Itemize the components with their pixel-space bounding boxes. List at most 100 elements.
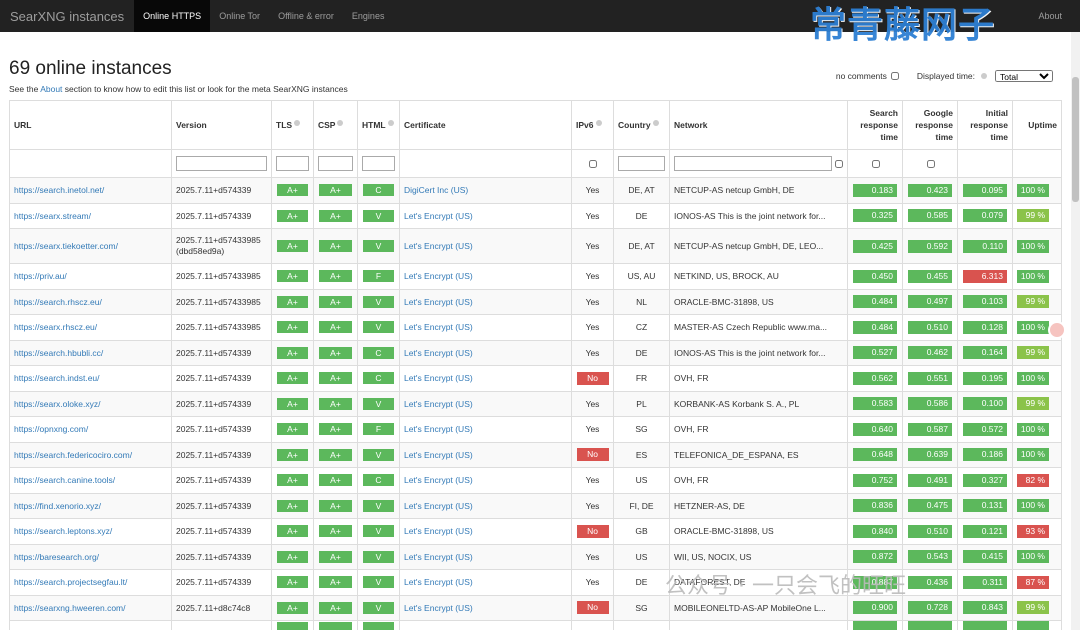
uptime-value[interactable]: 100 %: [1017, 422, 1049, 436]
uptime-value[interactable]: 100 %: [1017, 183, 1049, 197]
scrollbar[interactable]: [1071, 32, 1080, 630]
initial-time[interactable]: 0.110: [963, 239, 1007, 253]
certificate-link[interactable]: Let's Encrypt (US): [404, 552, 473, 562]
csp-grade[interactable]: [319, 621, 352, 630]
certificate-link[interactable]: Let's Encrypt (US): [404, 603, 473, 613]
html-grade[interactable]: V: [363, 448, 394, 461]
html-grade[interactable]: V: [363, 576, 394, 589]
tab-offline-error[interactable]: Offline & error: [269, 0, 343, 32]
instance-url-link[interactable]: https://priv.au/: [14, 271, 67, 281]
html-grade[interactable]: V: [363, 209, 394, 222]
html-grade[interactable]: V: [363, 525, 394, 538]
uptime-value[interactable]: 100 %: [1017, 371, 1049, 385]
uptime-value[interactable]: 100 %: [1017, 320, 1049, 334]
uptime-value[interactable]: 87 %: [1017, 575, 1049, 589]
instance-url-link[interactable]: https://searx.tiekoetter.com/: [14, 241, 118, 251]
csp-grade[interactable]: A+: [319, 474, 352, 487]
initial-time[interactable]: 0.121: [963, 524, 1007, 538]
instance-url-link[interactable]: https://search.indst.eu/: [14, 373, 100, 383]
initial-time[interactable]: [963, 621, 1007, 630]
search-filter[interactable]: [872, 159, 880, 168]
google-time[interactable]: 0.551: [908, 371, 952, 385]
col-initial-time[interactable]: Initial response time: [957, 100, 1013, 150]
search-time[interactable]: 0.527: [853, 346, 897, 360]
tls-grade[interactable]: A+: [277, 295, 308, 308]
col-html[interactable]: HTML: [357, 100, 400, 150]
instance-url-link[interactable]: https://opnxng.com/: [14, 424, 88, 434]
uptime-value[interactable]: 93 %: [1017, 524, 1049, 538]
certificate-link[interactable]: Let's Encrypt (US): [404, 373, 473, 383]
csp-grade[interactable]: A+: [319, 576, 352, 589]
certificate-link[interactable]: Let's Encrypt (US): [404, 297, 473, 307]
uptime-value[interactable]: 100 %: [1017, 239, 1049, 253]
uptime-value[interactable]: 100 %: [1017, 499, 1049, 513]
initial-time[interactable]: 0.327: [963, 473, 1007, 487]
search-time[interactable]: 0.562: [853, 371, 897, 385]
google-time[interactable]: 0.728: [908, 601, 952, 615]
csp-grade[interactable]: A+: [319, 295, 352, 308]
html-grade[interactable]: [363, 621, 394, 630]
tls-grade[interactable]: A+: [277, 550, 308, 563]
html-grade[interactable]: F: [363, 423, 394, 436]
tls-grade[interactable]: A+: [277, 499, 308, 512]
google-time[interactable]: 0.543: [908, 550, 952, 564]
search-time[interactable]: 0.872: [853, 550, 897, 564]
html-grade[interactable]: V: [363, 499, 394, 512]
google-time[interactable]: 0.586: [908, 397, 952, 411]
col-certificate[interactable]: Certificate: [399, 100, 572, 150]
instance-url-link[interactable]: https://search.federicociro.com/: [14, 450, 132, 460]
google-time[interactable]: 0.497: [908, 295, 952, 309]
ipv6-filter[interactable]: [588, 159, 597, 168]
tls-grade[interactable]: A+: [277, 240, 308, 252]
uptime-value[interactable]: 82 %: [1017, 473, 1049, 487]
google-time[interactable]: 0.592: [908, 239, 952, 253]
html-grade[interactable]: F: [363, 270, 394, 283]
html-grade[interactable]: C: [363, 372, 394, 385]
instance-url-link[interactable]: https://search.projectsegfau.lt/: [14, 577, 127, 587]
certificate-link[interactable]: Let's Encrypt (US): [404, 399, 473, 409]
version-filter[interactable]: [176, 156, 267, 171]
instance-url-link[interactable]: https://search.rhscz.eu/: [14, 297, 102, 307]
instance-url-link[interactable]: https://search.inetol.net/: [14, 185, 104, 195]
instance-url-link[interactable]: https://searx.oloke.xyz/: [14, 399, 100, 409]
instance-url-link[interactable]: https://find.xenorio.xyz/: [14, 501, 101, 511]
tls-grade[interactable]: A+: [277, 321, 308, 334]
initial-time[interactable]: 0.079: [963, 209, 1007, 223]
floating-avatar-icon[interactable]: [1048, 321, 1066, 339]
tab-online-https[interactable]: Online HTTPS: [134, 0, 211, 32]
initial-time[interactable]: 0.095: [963, 183, 1007, 197]
tls-grade[interactable]: [277, 621, 308, 630]
tls-grade[interactable]: A+: [277, 525, 308, 538]
initial-time[interactable]: 0.311: [963, 575, 1007, 589]
csp-grade[interactable]: A+: [319, 346, 352, 359]
csp-filter[interactable]: [318, 156, 353, 171]
csp-grade[interactable]: A+: [319, 209, 352, 222]
html-grade[interactable]: C: [363, 474, 394, 487]
tls-grade[interactable]: A+: [277, 601, 308, 614]
comments-checkbox[interactable]: [890, 72, 899, 80]
search-time[interactable]: 0.648: [853, 448, 897, 462]
google-time[interactable]: 0.462: [908, 346, 952, 360]
search-time[interactable]: 0.900: [853, 601, 897, 615]
uptime-value[interactable]: 99 %: [1017, 209, 1049, 223]
tls-grade[interactable]: A+: [277, 184, 308, 197]
csp-grade[interactable]: A+: [319, 270, 352, 283]
tls-grade[interactable]: A+: [277, 397, 308, 410]
csp-grade[interactable]: A+: [319, 321, 352, 334]
tls-grade[interactable]: A+: [277, 474, 308, 487]
instance-url-link[interactable]: https://baresearch.org/: [14, 552, 99, 562]
search-time[interactable]: 0.425: [853, 239, 897, 253]
certificate-link[interactable]: Let's Encrypt (US): [404, 322, 473, 332]
csp-grade[interactable]: A+: [319, 601, 352, 614]
initial-time[interactable]: 0.128: [963, 320, 1007, 334]
col-url[interactable]: URL: [9, 100, 172, 150]
html-grade[interactable]: V: [363, 550, 394, 563]
initial-time[interactable]: 0.100: [963, 397, 1007, 411]
csp-grade[interactable]: A+: [319, 550, 352, 563]
certificate-link[interactable]: Let's Encrypt (US): [404, 424, 473, 434]
about-link[interactable]: About: [40, 84, 62, 94]
displayed-time-select[interactable]: Total: [995, 70, 1053, 82]
certificate-link[interactable]: Let's Encrypt (US): [404, 475, 473, 485]
col-google-time[interactable]: Google response time: [902, 100, 958, 150]
country-filter[interactable]: [618, 156, 665, 171]
